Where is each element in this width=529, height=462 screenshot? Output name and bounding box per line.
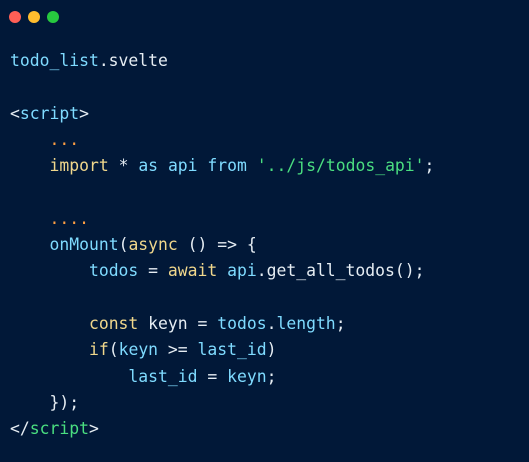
code-token: todo_list	[10, 51, 99, 70]
code-token: >	[88, 419, 99, 439]
code-token: .get_all_todos();	[256, 261, 425, 281]
close-icon[interactable]	[9, 11, 21, 23]
code-token: ....	[49, 208, 89, 228]
code-token: (	[118, 235, 129, 255]
code-token: from	[207, 156, 247, 176]
maximize-icon[interactable]	[47, 11, 59, 23]
code-token: =	[197, 366, 228, 386]
code-token: ;	[424, 156, 435, 176]
code-token: script	[19, 103, 80, 123]
code-line: });	[10, 390, 434, 416]
code-block: todo_list.svelte <script> ... import * a…	[10, 48, 434, 442]
code-token: import	[49, 156, 109, 176]
code-line: todo_list.svelte	[10, 48, 434, 74]
code-token: length	[276, 313, 336, 333]
code-token: ;	[335, 313, 346, 333]
code-token: keyn =	[138, 313, 218, 333]
code-token: .svelte	[98, 51, 168, 70]
code-token: async	[128, 235, 178, 255]
code-line: </script>	[10, 416, 434, 442]
code-token: )	[266, 340, 277, 360]
code-token: *	[108, 156, 139, 176]
code-token: </	[10, 419, 30, 439]
code-line: ...	[10, 127, 434, 153]
code-line: import * as api from '../js/todos_api';	[10, 153, 434, 179]
code-token: () => {	[177, 235, 257, 255]
code-token: ;	[266, 366, 277, 386]
code-token: api	[227, 261, 257, 281]
code-token: todos	[217, 313, 267, 333]
code-token: api	[167, 156, 198, 176]
code-token: await	[167, 261, 218, 281]
code-token: =	[138, 261, 168, 281]
code-line: onMount(async () => {	[10, 232, 434, 258]
code-token: >	[79, 103, 89, 123]
code-token: script	[29, 419, 89, 439]
code-token: if	[88, 340, 109, 360]
code-token: >=	[158, 340, 198, 360]
code-line: ....	[10, 206, 434, 232]
code-token: (	[108, 340, 119, 360]
code-token: last_id	[197, 340, 267, 360]
code-token: as	[138, 156, 159, 176]
code-line: todos = await api.get_all_todos();	[10, 258, 434, 284]
code-token: ...	[49, 129, 80, 149]
code-token: keyn	[118, 340, 159, 360]
code-line: const keyn = todos.length;	[10, 311, 434, 337]
code-token: <	[10, 103, 20, 123]
code-token: todos	[88, 261, 139, 281]
window-controls	[9, 11, 59, 23]
code-token: onMount	[49, 235, 119, 255]
code-token: const	[88, 313, 139, 333]
code-token: keyn	[227, 366, 267, 386]
code-window: todo_list.svelte <script> ... import * a…	[0, 0, 529, 462]
code-token: });	[49, 392, 80, 412]
code-token: last_id	[128, 366, 198, 386]
code-line: <script>	[10, 101, 434, 127]
code-token: .	[266, 313, 277, 333]
code-line: if(keyn >= last_id)	[10, 337, 434, 363]
minimize-icon[interactable]	[28, 11, 40, 23]
code-token: '../js/todos_api'	[256, 156, 425, 176]
code-line: last_id = keyn;	[10, 364, 434, 390]
